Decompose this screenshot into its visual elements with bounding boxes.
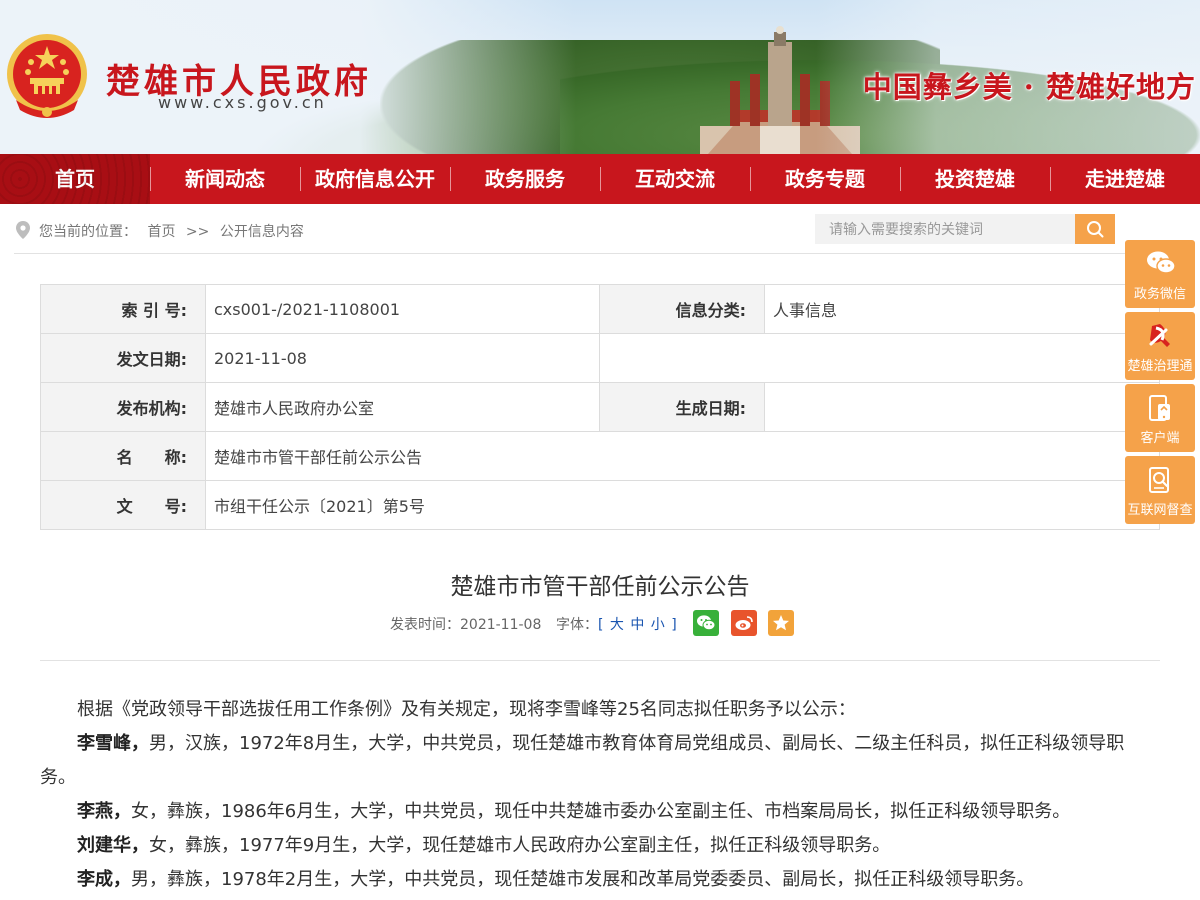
info-index-value: cxs001-/2021-1108001 (205, 284, 600, 334)
side-item-client[interactable]: 客户端 (1125, 384, 1195, 452)
info-index-label: 索 引 号: (40, 284, 206, 334)
banner-slogan: 中国彝乡美 · 楚雄好地方 (862, 70, 1196, 104)
info-name-label: 名 称: (40, 431, 206, 481)
breadcrumb-bar: 您当前的位置： 首页 >> 公开信息内容 (14, 204, 1160, 254)
info-row-index: 索 引 号: cxs001-/2021-1108001 信息分类: 人事信息 (40, 284, 1160, 334)
side-item-label: 客户端 (1140, 431, 1180, 446)
breadcrumb-home-link[interactable]: 首页 (147, 224, 175, 240)
national-emblem-icon[interactable] (4, 30, 90, 120)
publish-info: 发表时间：2021-11-08 (390, 614, 541, 634)
article-body: 根据《党政领导干部选拔任用工作条例》及有关规定，现将李雪峰等25名同志拟任职务予… (40, 693, 1160, 897)
info-category-label: 信息分类: (599, 284, 765, 334)
info-empty-cell (599, 333, 1160, 383)
info-org-label: 发布机构: (40, 382, 206, 432)
nav-item-gov-info[interactable]: 政府信息公开 (300, 154, 450, 204)
info-date-value: 2021-11-08 (205, 333, 600, 383)
paragraph-lead: 刘建华， (77, 835, 149, 856)
info-date-label: 发文日期: (40, 333, 206, 383)
search-icon (1087, 221, 1104, 238)
font-size-links[interactable]: [ 大 中 小 ] (598, 617, 678, 633)
breadcrumb-prefix: 您当前的位置： (39, 224, 137, 240)
inspection-icon (1149, 467, 1169, 493)
share-wechat-button[interactable] (693, 610, 719, 636)
side-item-supervision[interactable]: 互联网督查 (1125, 456, 1195, 524)
article-paragraph: 李燕，女，彝族，1986年6月生，大学，中共党员，现任中共楚雄市委办公室副主任、… (40, 795, 1160, 829)
font-size-control: 字体：[ 大 中 小 ] (556, 614, 678, 634)
paragraph-text: 女，彝族，1986年6月生，大学，中共党员，现任中共楚雄市委办公室副主任、市档案… (131, 801, 1071, 822)
paragraph-text: 男，彝族，1978年2月生，大学，中共党员，现任楚雄市发展和改革局党委委员、副局… (131, 869, 1035, 890)
info-table: 索 引 号: cxs001-/2021-1108001 信息分类: 人事信息 发… (40, 284, 1160, 530)
paragraph-lead: 李燕， (77, 801, 131, 822)
mobile-app-icon (1149, 395, 1170, 421)
share-favorite-button[interactable] (768, 610, 794, 636)
info-name-value: 楚雄市市管干部任前公示公告 (205, 431, 1160, 481)
info-effective-value (764, 382, 1160, 432)
info-org-value: 楚雄市人民政府办公室 (205, 382, 600, 432)
search-box (815, 214, 1115, 244)
info-row-org: 发布机构: 楚雄市人民政府办公室 生成日期: (40, 382, 1160, 432)
info-category-value: 人事信息 (764, 284, 1160, 334)
site-url: www.cxs.gov.cn (158, 93, 327, 112)
article-paragraph: 刘建华，女，彝族，1977年9月生，大学，现任楚雄市人民政府办公室副主任，拟任正… (40, 829, 1160, 863)
location-pin-icon (16, 221, 30, 239)
info-effective-label: 生成日期: (599, 382, 765, 432)
article-paragraph: 李成，男，彝族，1978年2月生，大学，中共党员，现任楚雄市发展和改革局党委委员… (40, 863, 1160, 897)
party-emblem-icon (1149, 324, 1170, 347)
info-row-doc: 文 号: 市组干任公示〔2021〕第5号 (40, 480, 1160, 530)
wechat-icon (697, 615, 716, 631)
paragraph-lead: 李雪峰， (77, 733, 149, 754)
nav-item-invest[interactable]: 投资楚雄 (900, 154, 1050, 204)
article-paragraph: 李雪峰，男，汉族，1972年8月生，大学，中共党员，现任楚雄市教育体育局党组成员… (40, 727, 1160, 795)
star-icon (773, 615, 789, 631)
nav-item-services[interactable]: 政务服务 (450, 154, 600, 204)
nav-item-home[interactable]: 首页 (0, 154, 150, 204)
paragraph-lead: 李成， (77, 869, 131, 890)
side-item-governance[interactable]: 楚雄治理通 (1125, 312, 1195, 380)
info-row-name: 名 称: 楚雄市市管干部任前公示公告 (40, 431, 1160, 481)
publish-date: 2021-11-08 (460, 617, 542, 633)
side-item-label: 政务微信 (1133, 287, 1186, 302)
paragraph-text: 根据《党政领导干部选拔任用工作条例》及有关规定，现将李雪峰等25名同志拟任职务予… (77, 699, 856, 720)
article-divider (40, 660, 1160, 661)
side-item-wechat[interactable]: 政务微信 (1125, 240, 1195, 308)
weibo-icon (735, 616, 753, 630)
side-float-bar: 政务微信 楚雄治理通 客户端 互联网督查 (1125, 240, 1195, 528)
header-banner: 楚雄市人民政府 www.cxs.gov.cn 中国彝乡美 · 楚雄好地方 (0, 0, 1200, 154)
main-nav: 首页 新闻动态 政府信息公开 政务服务 互动交流 政务专题 投资楚雄 走进楚雄 (0, 154, 1200, 204)
info-doc-value: 市组干任公示〔2021〕第5号 (205, 480, 1160, 530)
breadcrumb: 您当前的位置： 首页 >> 公开信息内容 (39, 221, 310, 241)
nav-item-interaction[interactable]: 互动交流 (600, 154, 750, 204)
paragraph-text: 女，彝族，1977年9月生，大学，现任楚雄市人民政府办公室副主任，拟任正科级领导… (149, 835, 891, 856)
search-input[interactable] (815, 214, 1075, 244)
info-doc-label: 文 号: (40, 480, 206, 530)
nav-item-news[interactable]: 新闻动态 (150, 154, 300, 204)
nav-item-about[interactable]: 走进楚雄 (1050, 154, 1200, 204)
breadcrumb-separator: >> (185, 224, 210, 240)
side-item-label: 楚雄治理通 (1127, 359, 1193, 374)
side-item-label: 互联网督查 (1127, 503, 1193, 518)
article-meta: 发表时间：2021-11-08 字体：[ 大 中 小 ] (40, 608, 1160, 638)
article-paragraph: 根据《党政领导干部选拔任用工作条例》及有关规定，现将李雪峰等25名同志拟任职务予… (40, 693, 1160, 727)
search-button[interactable] (1075, 214, 1115, 244)
paragraph-text: 男，汉族，1972年8月生，大学，中共党员，现任楚雄市教育体育局党组成员、副局长… (40, 733, 1125, 788)
nav-item-topics[interactable]: 政务专题 (750, 154, 900, 204)
wechat-icon (1147, 251, 1176, 274)
share-weibo-button[interactable] (731, 610, 757, 636)
info-row-date: 发文日期: 2021-11-08 (40, 333, 1160, 383)
font-label: 字体： (556, 617, 598, 633)
article-title: 楚雄市市管干部任前公示公告 (450, 574, 750, 600)
breadcrumb-current[interactable]: 公开信息内容 (220, 224, 304, 240)
publish-label: 发表时间： (390, 617, 460, 633)
